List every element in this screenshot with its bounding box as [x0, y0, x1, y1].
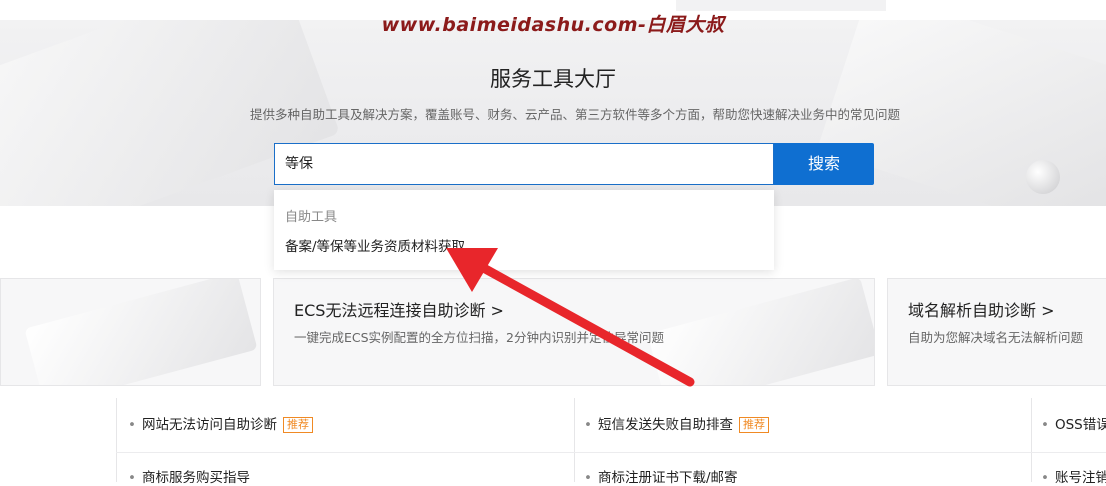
- annotation-arrow-icon: [446, 248, 695, 387]
